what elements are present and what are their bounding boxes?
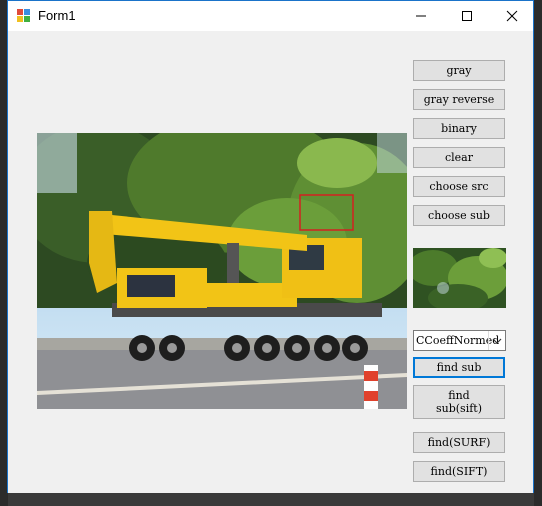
app-icon xyxy=(17,9,31,23)
form-window: Form1 gray gray reverse binary clear cho… xyxy=(7,0,534,493)
choose-src-button[interactable]: choose src xyxy=(413,176,505,197)
find-sub-sift-button[interactable]: find sub(sift) xyxy=(413,385,505,419)
source-image xyxy=(37,133,407,409)
minimize-icon xyxy=(416,15,426,17)
find-sub-sift-label-line2: sub(sift) xyxy=(435,402,482,415)
find-sub-button[interactable]: find sub xyxy=(413,357,505,378)
find-sub-sift-label-line1: find xyxy=(448,389,470,402)
binary-button[interactable]: binary xyxy=(413,118,505,139)
source-picture-box xyxy=(37,133,407,409)
maximize-icon xyxy=(462,11,472,21)
gray-button[interactable]: gray xyxy=(413,60,505,81)
close-button[interactable] xyxy=(489,1,535,31)
match-method-select[interactable]: CCoeffNormed xyxy=(413,330,506,351)
window-title: Form1 xyxy=(38,8,76,23)
sub-image xyxy=(413,248,506,308)
sub-picture-box xyxy=(413,248,506,308)
find-sift-button[interactable]: find(SIFT) xyxy=(413,461,505,482)
close-icon xyxy=(506,10,518,22)
minimize-button[interactable] xyxy=(398,1,444,31)
form-client-area: gray gray reverse binary clear choose sr… xyxy=(8,31,533,493)
maximize-button[interactable] xyxy=(444,1,490,31)
match-method-value: CCoeffNormed xyxy=(416,334,500,347)
clear-button[interactable]: clear xyxy=(413,147,505,168)
gray-reverse-button[interactable]: gray reverse xyxy=(413,89,505,110)
title-bar[interactable]: Form1 xyxy=(8,1,533,31)
choose-sub-button[interactable]: choose sub xyxy=(413,205,505,226)
find-surf-button[interactable]: find(SURF) xyxy=(413,432,505,453)
chevron-down-icon[interactable] xyxy=(488,331,505,350)
background-editor-right xyxy=(534,0,542,506)
